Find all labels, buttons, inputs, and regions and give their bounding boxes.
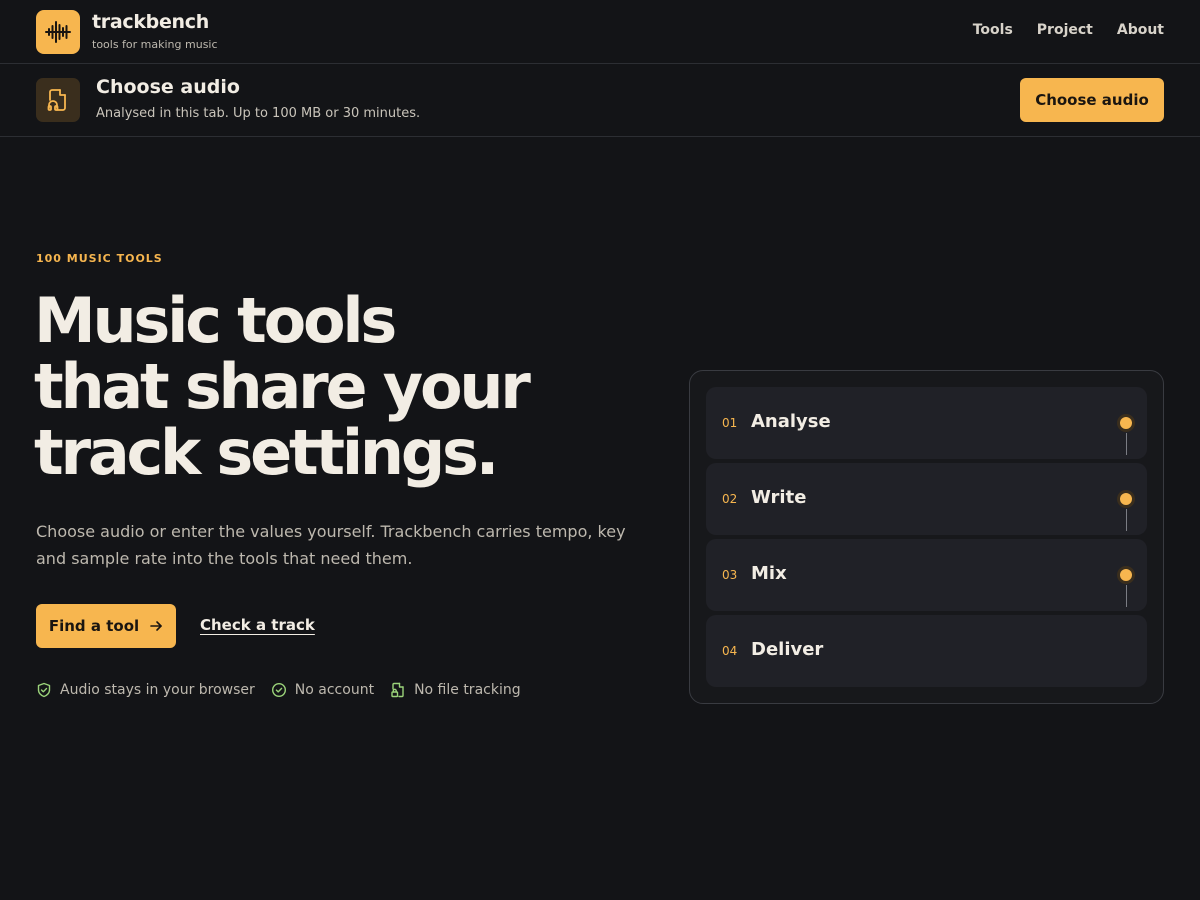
find-a-tool-label: Find a tool	[48, 617, 140, 635]
file-lock-icon	[391, 682, 404, 698]
arrow-right-icon	[150, 621, 162, 631]
hero-title-line: track settings.	[34, 416, 499, 489]
step-label: Analyse	[751, 411, 831, 432]
badge-browser: Audio stays in your browser	[36, 682, 255, 698]
step-analyse[interactable]: 01 Analyse	[706, 387, 1147, 459]
hero-title: Music tools that share your track settin…	[34, 288, 634, 486]
choose-audio-bar: Choose audio Analysed in this tab. Up to…	[0, 64, 1200, 137]
hero-title-line: that share your	[34, 350, 531, 423]
workflow-steps-panel: 01 Analyse 02 Write 03 Mix 04 Deliver	[689, 370, 1164, 704]
step-label: Write	[751, 487, 807, 508]
upload-title: Choose audio	[96, 76, 240, 98]
step-number: 04	[722, 644, 738, 658]
badge-label: Audio stays in your browser	[60, 682, 255, 698]
trust-badges: Audio stays in your browser No account N…	[36, 682, 521, 698]
step-number: 02	[722, 492, 738, 506]
step-number: 03	[722, 568, 738, 582]
audio-file-icon	[36, 78, 80, 122]
brand-tagline: tools for making music	[92, 38, 218, 51]
upload-subtitle: Analysed in this tab. Up to 100 MB or 30…	[96, 106, 421, 121]
step-connector	[1126, 509, 1127, 531]
step-dot-icon	[1120, 417, 1132, 429]
nav-item-project[interactable]: Project	[1037, 22, 1093, 38]
main-nav: Tools Project About	[973, 22, 1164, 38]
badge-label: No file tracking	[414, 682, 521, 698]
step-write[interactable]: 02 Write	[706, 463, 1147, 535]
step-label: Mix	[751, 563, 787, 584]
top-bar: trackbench tools for making music Tools …	[0, 0, 1200, 64]
choose-audio-button[interactable]: Choose audio	[1020, 78, 1164, 122]
step-dot-icon	[1120, 493, 1132, 505]
step-connector	[1126, 433, 1127, 455]
badge-no-account: No account	[271, 682, 374, 698]
step-number: 01	[722, 416, 738, 430]
step-label: Deliver	[751, 639, 824, 660]
hero-eyebrow: 100 MUSIC TOOLS	[36, 252, 163, 265]
brand-name[interactable]: trackbench	[92, 11, 209, 33]
badge-label: No account	[294, 682, 375, 698]
badge-no-tracking: No file tracking	[390, 682, 521, 698]
step-mix[interactable]: 03 Mix	[706, 539, 1147, 611]
step-dot-icon	[1120, 569, 1132, 581]
check-a-track-link[interactable]: Check a track	[200, 616, 315, 634]
waveform-logo-icon[interactable]	[36, 10, 80, 54]
shield-check-icon	[37, 682, 51, 698]
nav-item-about[interactable]: About	[1117, 22, 1164, 38]
nav-item-tools[interactable]: Tools	[973, 22, 1013, 38]
hero-description: Choose audio or enter the values yoursel…	[36, 522, 626, 568]
find-a-tool-button[interactable]: Find a tool	[36, 604, 176, 648]
step-deliver[interactable]: 04 Deliver	[706, 615, 1147, 687]
hero-title-line: Music tools	[34, 284, 397, 357]
step-connector	[1126, 585, 1127, 607]
circle-check-icon	[271, 682, 286, 698]
